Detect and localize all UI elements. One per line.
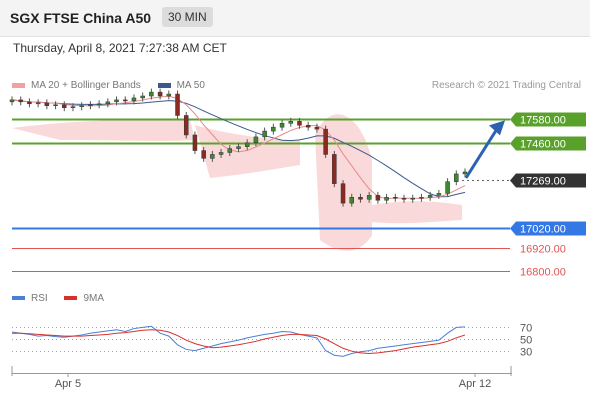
- candle-body: [462, 171, 468, 175]
- candle-body: [332, 154, 337, 184]
- candle-body: [140, 95, 145, 99]
- rsi-series-9ma: [12, 329, 466, 355]
- candle-body: [218, 152, 224, 155]
- candle-body: [53, 104, 58, 107]
- candle-body: [358, 197, 363, 200]
- rsi-tick-label: 30: [520, 347, 532, 359]
- candle-body: [44, 102, 50, 106]
- candle-body: [27, 101, 32, 105]
- level-label-resistance: 17580.00: [520, 115, 566, 127]
- rsi-tick-label: 70: [520, 323, 532, 335]
- candles: [9, 88, 468, 207]
- candle-body: [366, 195, 372, 200]
- candle-body: [393, 197, 398, 199]
- forecast-arrow: [464, 126, 500, 179]
- candle-body: [375, 195, 381, 201]
- candle-body: [210, 154, 215, 159]
- candle-body: [454, 173, 459, 182]
- candle-body: [62, 104, 67, 108]
- candle-body: [314, 126, 320, 130]
- x-tick-label: Apr 5: [55, 378, 81, 390]
- rsi-series-rsi: [11, 325, 466, 357]
- bollinger-band: [372, 201, 462, 224]
- forecast-arrowhead: [489, 120, 505, 136]
- candle-body: [192, 134, 198, 151]
- candle-body: [253, 136, 259, 143]
- candle-body: [271, 126, 276, 132]
- candle-body: [131, 97, 137, 102]
- candle-body: [340, 183, 346, 204]
- candle-body: [79, 105, 84, 107]
- candle-body: [236, 146, 241, 149]
- level-label-support: 17020.00: [520, 224, 566, 236]
- x-tick-label: Apr 12: [459, 378, 491, 390]
- candle-body: [88, 104, 93, 107]
- candle-body: [157, 91, 163, 97]
- candle-body: [288, 121, 294, 124]
- candle-body: [419, 197, 424, 199]
- candle-body: [9, 99, 15, 103]
- candle-body: [323, 128, 328, 155]
- candle-body: [114, 99, 119, 103]
- candle-body: [436, 193, 442, 196]
- candle-body: [96, 103, 102, 106]
- candle-body: [227, 148, 233, 153]
- candle-body: [201, 150, 206, 159]
- candle-body: [244, 142, 250, 147]
- candle-body: [445, 181, 450, 194]
- level-label-target: 16800.00: [520, 267, 566, 279]
- candle-body: [105, 101, 111, 105]
- candle-body: [166, 93, 172, 97]
- candle-body: [123, 99, 128, 102]
- candle-body: [410, 198, 415, 200]
- candle-body: [305, 124, 311, 128]
- candle-body: [279, 123, 285, 128]
- candle-body: [149, 91, 154, 97]
- candle-body: [262, 130, 267, 138]
- candle-body: [349, 197, 354, 204]
- level-label-resistance: 17460.00: [520, 139, 566, 151]
- candle-body: [70, 106, 76, 108]
- candle-body: [18, 99, 23, 103]
- candle-body: [175, 93, 180, 116]
- level-label-target: 16920.00: [520, 244, 566, 256]
- candle-body: [401, 198, 407, 200]
- rsi-tick-label: 50: [520, 335, 532, 347]
- candle-body: [35, 102, 41, 105]
- candle-body: [427, 195, 433, 198]
- candle-body: [297, 121, 302, 126]
- level-label-current: 17269.00: [520, 176, 566, 188]
- candle-body: [384, 197, 389, 201]
- candle-body: [183, 115, 189, 136]
- bollinger-band: [12, 119, 195, 141]
- price-chart: 17580.00 17460.00 17269.00 17020.00 16920.00…: [9, 88, 586, 390]
